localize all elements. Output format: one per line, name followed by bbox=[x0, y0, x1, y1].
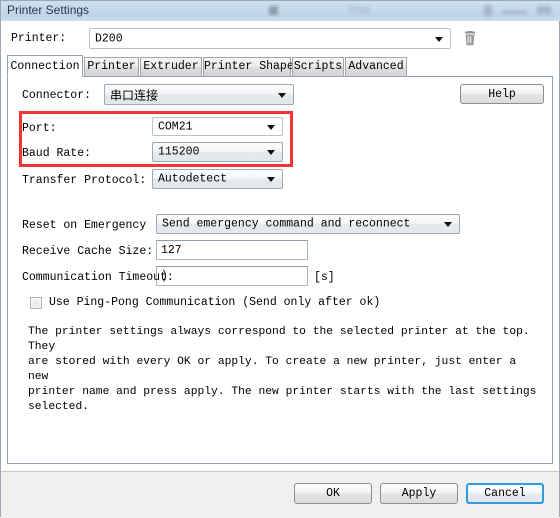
tab-printer-shape-label: Printer Shape bbox=[204, 60, 294, 73]
tab-printer-label: Printer bbox=[87, 60, 136, 73]
apply-button-label: Apply bbox=[401, 487, 437, 500]
tab-connection[interactable]: Connection bbox=[7, 55, 83, 77]
cancel-button-label: Cancel bbox=[484, 487, 526, 500]
tab-printer[interactable]: Printer bbox=[84, 57, 139, 76]
printer-label: Printer: bbox=[11, 32, 67, 45]
port-label: Port: bbox=[22, 122, 57, 135]
communication-timeout-label: Communication Timeout: bbox=[22, 271, 174, 284]
receive-cache-size-input[interactable]: 127 bbox=[156, 240, 308, 260]
communication-timeout-input[interactable]: ) bbox=[156, 266, 308, 286]
chevron-down-icon bbox=[267, 177, 275, 182]
reset-on-emergency-combobox-value: Send emergency command and reconnect bbox=[162, 217, 411, 231]
baud-rate-label: Baud Rate: bbox=[22, 147, 92, 160]
ping-pong-label[interactable]: Use Ping-Pong Communication (Send only a… bbox=[49, 296, 380, 309]
receive-cache-size-label: Receive Cache Size: bbox=[22, 245, 154, 258]
help-button[interactable]: Help bbox=[460, 84, 544, 104]
baud-rate-combobox[interactable]: 115200 bbox=[152, 142, 283, 162]
ok-button[interactable]: OK bbox=[294, 483, 372, 504]
printer-settings-window: Printer Settings Print Printer: D200 Con… bbox=[0, 0, 560, 518]
connector-combobox-value: 串口连接 bbox=[110, 88, 159, 102]
dialog-footer: OK Apply Cancel bbox=[1, 471, 559, 518]
port-combobox-value: COM21 bbox=[158, 120, 193, 133]
chevron-down-icon bbox=[444, 222, 452, 227]
connection-tab-panel: Connector: 串口连接 Help Port: COM21 Baud Ra… bbox=[7, 76, 553, 464]
tab-extruder[interactable]: Extruder bbox=[140, 57, 202, 76]
tab-scripts-label: Scripts bbox=[293, 60, 343, 73]
tab-printer-shape[interactable]: Printer Shape bbox=[203, 57, 294, 76]
printer-combobox-value: D200 bbox=[95, 32, 123, 45]
window-title: Printer Settings bbox=[7, 3, 90, 17]
help-button-label: Help bbox=[488, 88, 516, 101]
tab-connection-label: Connection bbox=[10, 60, 80, 73]
reset-on-emergency-label: Reset on Emergency bbox=[22, 219, 147, 232]
checkbox-inner bbox=[33, 300, 39, 306]
ghost-background-bar bbox=[501, 11, 527, 14]
ghost-background-widget-2 bbox=[537, 6, 551, 14]
communication-timeout-unit: [s] bbox=[314, 271, 335, 284]
transfer-protocol-combobox-value: Autodetect bbox=[158, 172, 228, 186]
baud-rate-combobox-value: 115200 bbox=[158, 145, 200, 159]
printer-combobox[interactable]: D200 bbox=[89, 28, 451, 49]
tab-scripts[interactable]: Scripts bbox=[292, 57, 344, 76]
ghost-background-label: Print bbox=[349, 5, 370, 16]
printer-selector-row: Printer: D200 bbox=[1, 27, 559, 53]
ok-button-label: OK bbox=[326, 487, 340, 500]
cancel-button[interactable]: Cancel bbox=[466, 483, 544, 504]
ghost-toolbar-icon bbox=[269, 6, 278, 15]
ghost-background-widget bbox=[484, 5, 492, 16]
apply-button[interactable]: Apply bbox=[380, 483, 458, 504]
chevron-down-icon bbox=[278, 92, 286, 98]
transfer-protocol-combobox[interactable]: Autodetect bbox=[152, 169, 283, 189]
tab-advanced[interactable]: Advanced bbox=[345, 57, 407, 76]
chevron-down-icon bbox=[267, 124, 275, 130]
chevron-down-icon bbox=[435, 36, 443, 42]
connector-label: Connector: bbox=[22, 89, 92, 102]
title-bar[interactable]: Printer Settings Print bbox=[1, 1, 560, 22]
reset-on-emergency-combobox[interactable]: Send emergency command and reconnect bbox=[156, 214, 460, 234]
transfer-protocol-label: Transfer Protocol: bbox=[22, 174, 147, 187]
settings-info-text: The printer settings always correspond t… bbox=[28, 326, 537, 413]
chevron-down-icon bbox=[267, 150, 275, 155]
tab-extruder-label: Extruder bbox=[143, 60, 199, 73]
trash-icon[interactable] bbox=[463, 31, 477, 46]
ping-pong-checkbox[interactable] bbox=[30, 297, 42, 309]
client-area: Printer: D200 Connection Printer Extrude… bbox=[1, 21, 559, 518]
connector-combobox[interactable]: 串口连接 bbox=[104, 84, 294, 105]
tab-advanced-label: Advanced bbox=[348, 60, 404, 73]
receive-cache-size-value: 127 bbox=[161, 244, 182, 257]
port-combobox[interactable]: COM21 bbox=[152, 117, 283, 136]
tab-strip: Connection Printer Extruder Printer Shap… bbox=[7, 55, 553, 77]
